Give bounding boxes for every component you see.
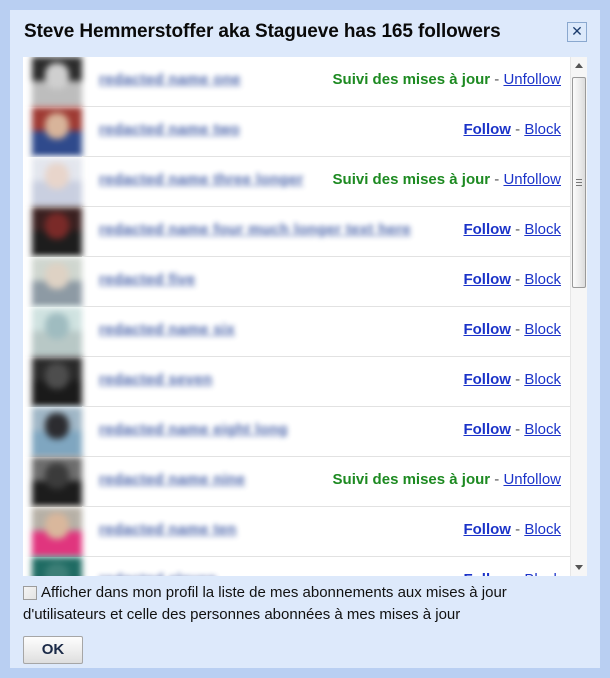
avatar[interactable] (32, 107, 82, 157)
unfollow-link[interactable]: Unfollow (503, 471, 561, 488)
avatar[interactable] (32, 207, 82, 257)
table-row: redacted name six Follow - Block (23, 307, 570, 357)
action-separator: - (515, 421, 521, 438)
block-link[interactable]: Block (524, 521, 561, 538)
action-separator: - (494, 71, 500, 88)
block-link[interactable]: Block (524, 121, 561, 138)
action-separator: - (515, 321, 521, 338)
action-separator: - (494, 471, 500, 488)
row-actions: Follow - Block (463, 271, 561, 288)
follower-name-link[interactable]: redacted name one (99, 71, 241, 88)
action-separator: - (515, 371, 521, 388)
follow-link[interactable]: Follow (463, 521, 511, 538)
scroll-up-icon[interactable] (571, 57, 587, 74)
follower-name-link[interactable]: redacted name ten (99, 521, 237, 538)
avatar[interactable] (32, 557, 82, 576)
followers-list[interactable]: redacted name one Suivi des mises à jour … (23, 57, 570, 576)
table-row: redacted name three longer Suivi des mise… (23, 157, 570, 207)
profile-visibility-checkbox[interactable] (23, 586, 37, 600)
row-actions: Suivi des mises à jour - Unfollow (333, 471, 561, 488)
row-actions: Follow - Block (463, 321, 561, 338)
unfollow-link[interactable]: Unfollow (503, 171, 561, 188)
avatar[interactable] (32, 57, 82, 107)
ok-button[interactable]: OK (23, 636, 83, 664)
avatar[interactable] (32, 357, 82, 407)
row-actions: Follow - Block (463, 121, 561, 138)
follower-name-link[interactable]: redacted name eight long (99, 421, 288, 438)
follow-link[interactable]: Follow (463, 121, 511, 138)
block-link[interactable]: Block (524, 321, 561, 338)
profile-visibility-label: Afficher dans mon profil la liste de mes… (23, 584, 507, 623)
avatar[interactable] (32, 257, 82, 307)
block-link[interactable]: Block (524, 571, 561, 576)
list-scrollbar[interactable] (570, 57, 587, 576)
table-row: redacted seven Follow - Block (23, 357, 570, 407)
follower-name-link[interactable]: redacted name six (99, 321, 235, 338)
table-row: redacted eleven Follow - Block (23, 557, 570, 576)
scrollbar-thumb[interactable] (572, 77, 586, 288)
follow-link[interactable]: Follow (463, 571, 511, 576)
table-row: redacted name ten Follow - Block (23, 507, 570, 557)
avatar[interactable] (32, 157, 82, 207)
follower-name-link[interactable]: redacted name three longer (99, 171, 304, 188)
dialog-titlebar: Steve Hemmerstoffer aka Stagueve has 165… (10, 10, 600, 54)
avatar[interactable] (32, 457, 82, 507)
status-badge: Suivi des mises à jour (332, 471, 491, 488)
page-title: Steve Hemmerstoffer aka Stagueve has 165… (24, 21, 501, 42)
block-link[interactable]: Block (524, 421, 561, 438)
table-row: redacted name eight long Follow - Block (23, 407, 570, 457)
block-link[interactable]: Block (524, 271, 561, 288)
status-badge: Suivi des mises à jour (332, 171, 491, 188)
close-icon[interactable]: ✕ (567, 22, 587, 42)
avatar[interactable] (32, 507, 82, 557)
follow-link[interactable]: Follow (463, 321, 511, 338)
profile-visibility-option: Afficher dans mon profil la liste de mes… (23, 582, 568, 626)
follower-name-link[interactable]: redacted name nine (99, 471, 245, 488)
follow-link[interactable]: Follow (463, 221, 511, 238)
dialog-backdrop: Steve Hemmerstoffer aka Stagueve has 165… (0, 0, 610, 678)
status-badge: Suivi des mises à jour (332, 71, 491, 88)
row-actions: Follow - Block (463, 421, 561, 438)
action-separator: - (515, 571, 520, 576)
unfollow-link[interactable]: Unfollow (503, 71, 561, 88)
follow-link[interactable]: Follow (463, 371, 511, 388)
block-link[interactable]: Block (524, 371, 561, 388)
follower-name-link[interactable]: redacted seven (99, 371, 212, 388)
dialog-footer: Afficher dans mon profil la liste de mes… (23, 582, 587, 664)
table-row: redacted five Follow - Block (23, 257, 570, 307)
block-link[interactable]: Block (524, 221, 561, 238)
action-separator: - (494, 171, 500, 188)
grip-icon (576, 178, 582, 187)
action-separator: - (515, 221, 521, 238)
avatar[interactable] (32, 307, 82, 357)
follower-name-link[interactable]: redacted name four much longer text here (99, 221, 411, 238)
followers-list-container: redacted name one Suivi des mises à jour … (23, 57, 587, 576)
table-row: redacted name four much longer text here… (23, 207, 570, 257)
follow-link[interactable]: Follow (463, 421, 511, 438)
row-actions: Suivi des mises à jour - Unfollow (333, 71, 561, 88)
avatar[interactable] (32, 407, 82, 457)
action-separator: - (515, 521, 521, 538)
follower-name-link[interactable]: redacted five (99, 271, 195, 288)
table-row: redacted name nine Suivi des mises à jour… (23, 457, 570, 507)
row-actions: Follow - Block (463, 571, 561, 576)
follow-link[interactable]: Follow (463, 271, 511, 288)
table-row: redacted name two Follow - Block (23, 107, 570, 157)
action-separator: - (515, 271, 521, 288)
triangle-down-icon (575, 565, 583, 570)
table-row: redacted name one Suivi des mises à jour … (23, 57, 570, 107)
scroll-down-icon[interactable] (571, 559, 587, 576)
triangle-up-icon (575, 63, 583, 68)
followers-dialog: Steve Hemmerstoffer aka Stagueve has 165… (10, 10, 600, 668)
follower-name-link[interactable]: redacted eleven (99, 571, 217, 576)
row-actions: Follow - Block (463, 221, 561, 238)
row-actions: Suivi des mises à jour - Unfollow (333, 171, 561, 188)
follower-name-link[interactable]: redacted name two (99, 121, 240, 138)
row-actions: Follow - Block (463, 371, 561, 388)
action-separator: - (515, 121, 521, 138)
row-actions: Follow - Block (463, 521, 561, 538)
